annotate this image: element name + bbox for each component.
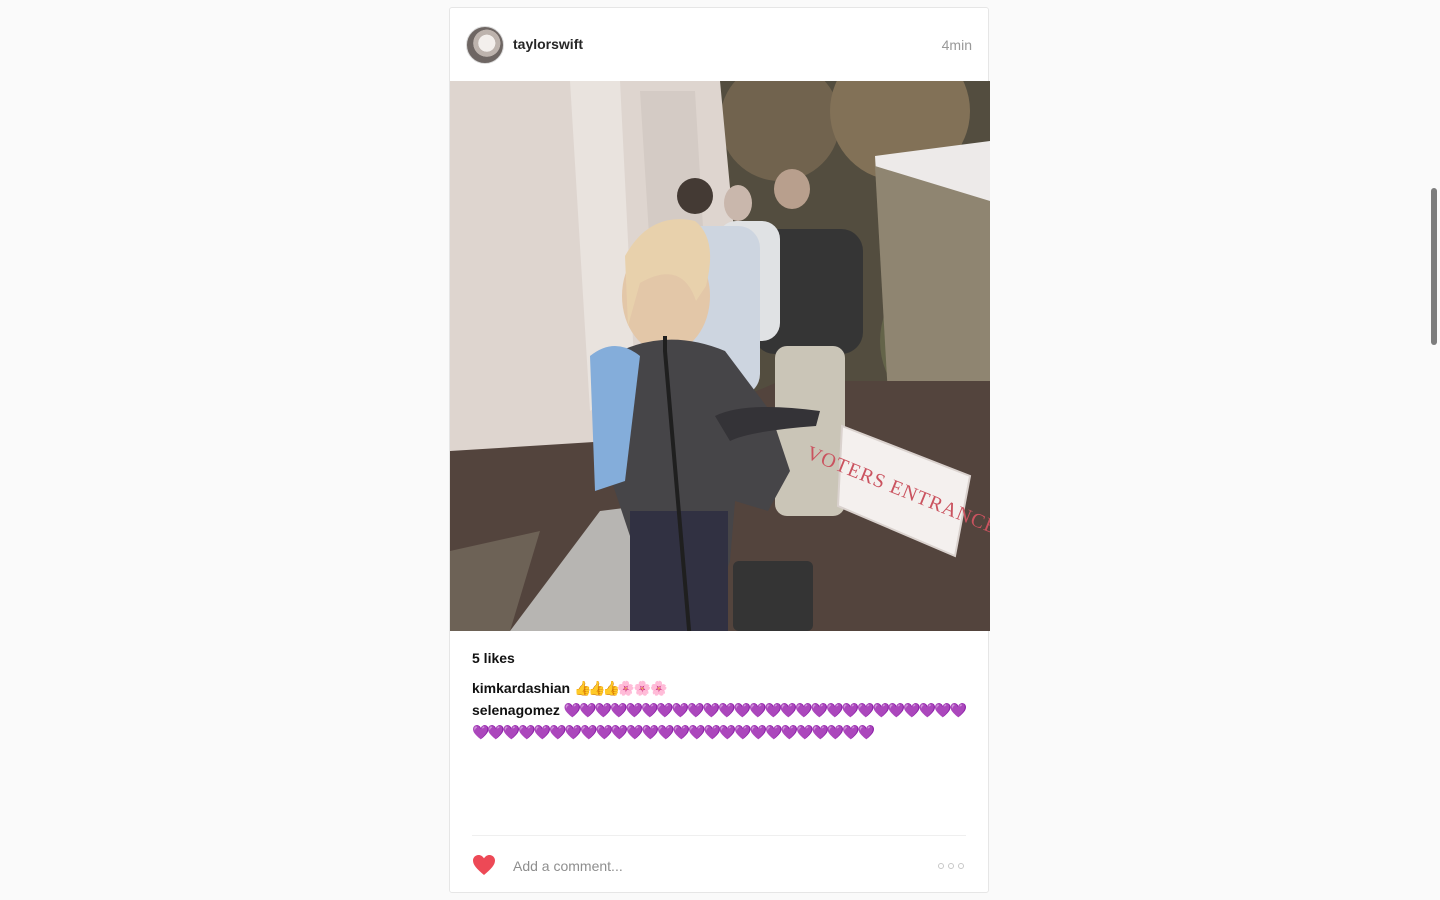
post-timestamp[interactable]: 4min: [942, 37, 972, 53]
comment-text-thumbs: 👍👍👍: [573, 680, 620, 696]
comment-item: kimkardashian 👍👍👍🌸🌸🌸: [472, 677, 966, 699]
post-header: taylorswift 4min: [450, 8, 988, 81]
post-card: taylorswift 4min VOTERS ENTRANCE 5 likes…: [449, 7, 990, 894]
comment-text-flowers: 🌸🌸🌸: [617, 680, 667, 696]
page-scrollbar[interactable]: [1431, 188, 1437, 345]
comment-bar: [472, 835, 966, 894]
comment-list: kimkardashian 👍👍👍🌸🌸🌸 selenagomez 💜💜💜💜💜💜💜…: [472, 677, 967, 743]
comment-input[interactable]: [513, 854, 893, 878]
more-dot: [948, 863, 954, 869]
comment-item: selenagomez 💜💜💜💜💜💜💜💜💜💜💜💜💜💜💜💜💜💜💜💜💜💜💜💜💜💜💜💜…: [472, 699, 967, 743]
post-username[interactable]: taylorswift: [513, 36, 583, 52]
post-photo[interactable]: VOTERS ENTRANCE: [450, 81, 990, 631]
avatar[interactable]: [466, 25, 504, 64]
more-dot: [938, 863, 944, 869]
more-dot: [958, 863, 964, 869]
likes-count[interactable]: 5 likes: [472, 650, 966, 666]
comment-username[interactable]: selenagomez: [472, 702, 560, 718]
post-body: 5 likes kimkardashian 👍👍👍🌸🌸🌸 selenagomez…: [472, 650, 967, 743]
heart-icon[interactable]: [472, 854, 496, 876]
more-options-icon[interactable]: [938, 861, 964, 871]
comment-username[interactable]: kimkardashian: [472, 680, 570, 696]
